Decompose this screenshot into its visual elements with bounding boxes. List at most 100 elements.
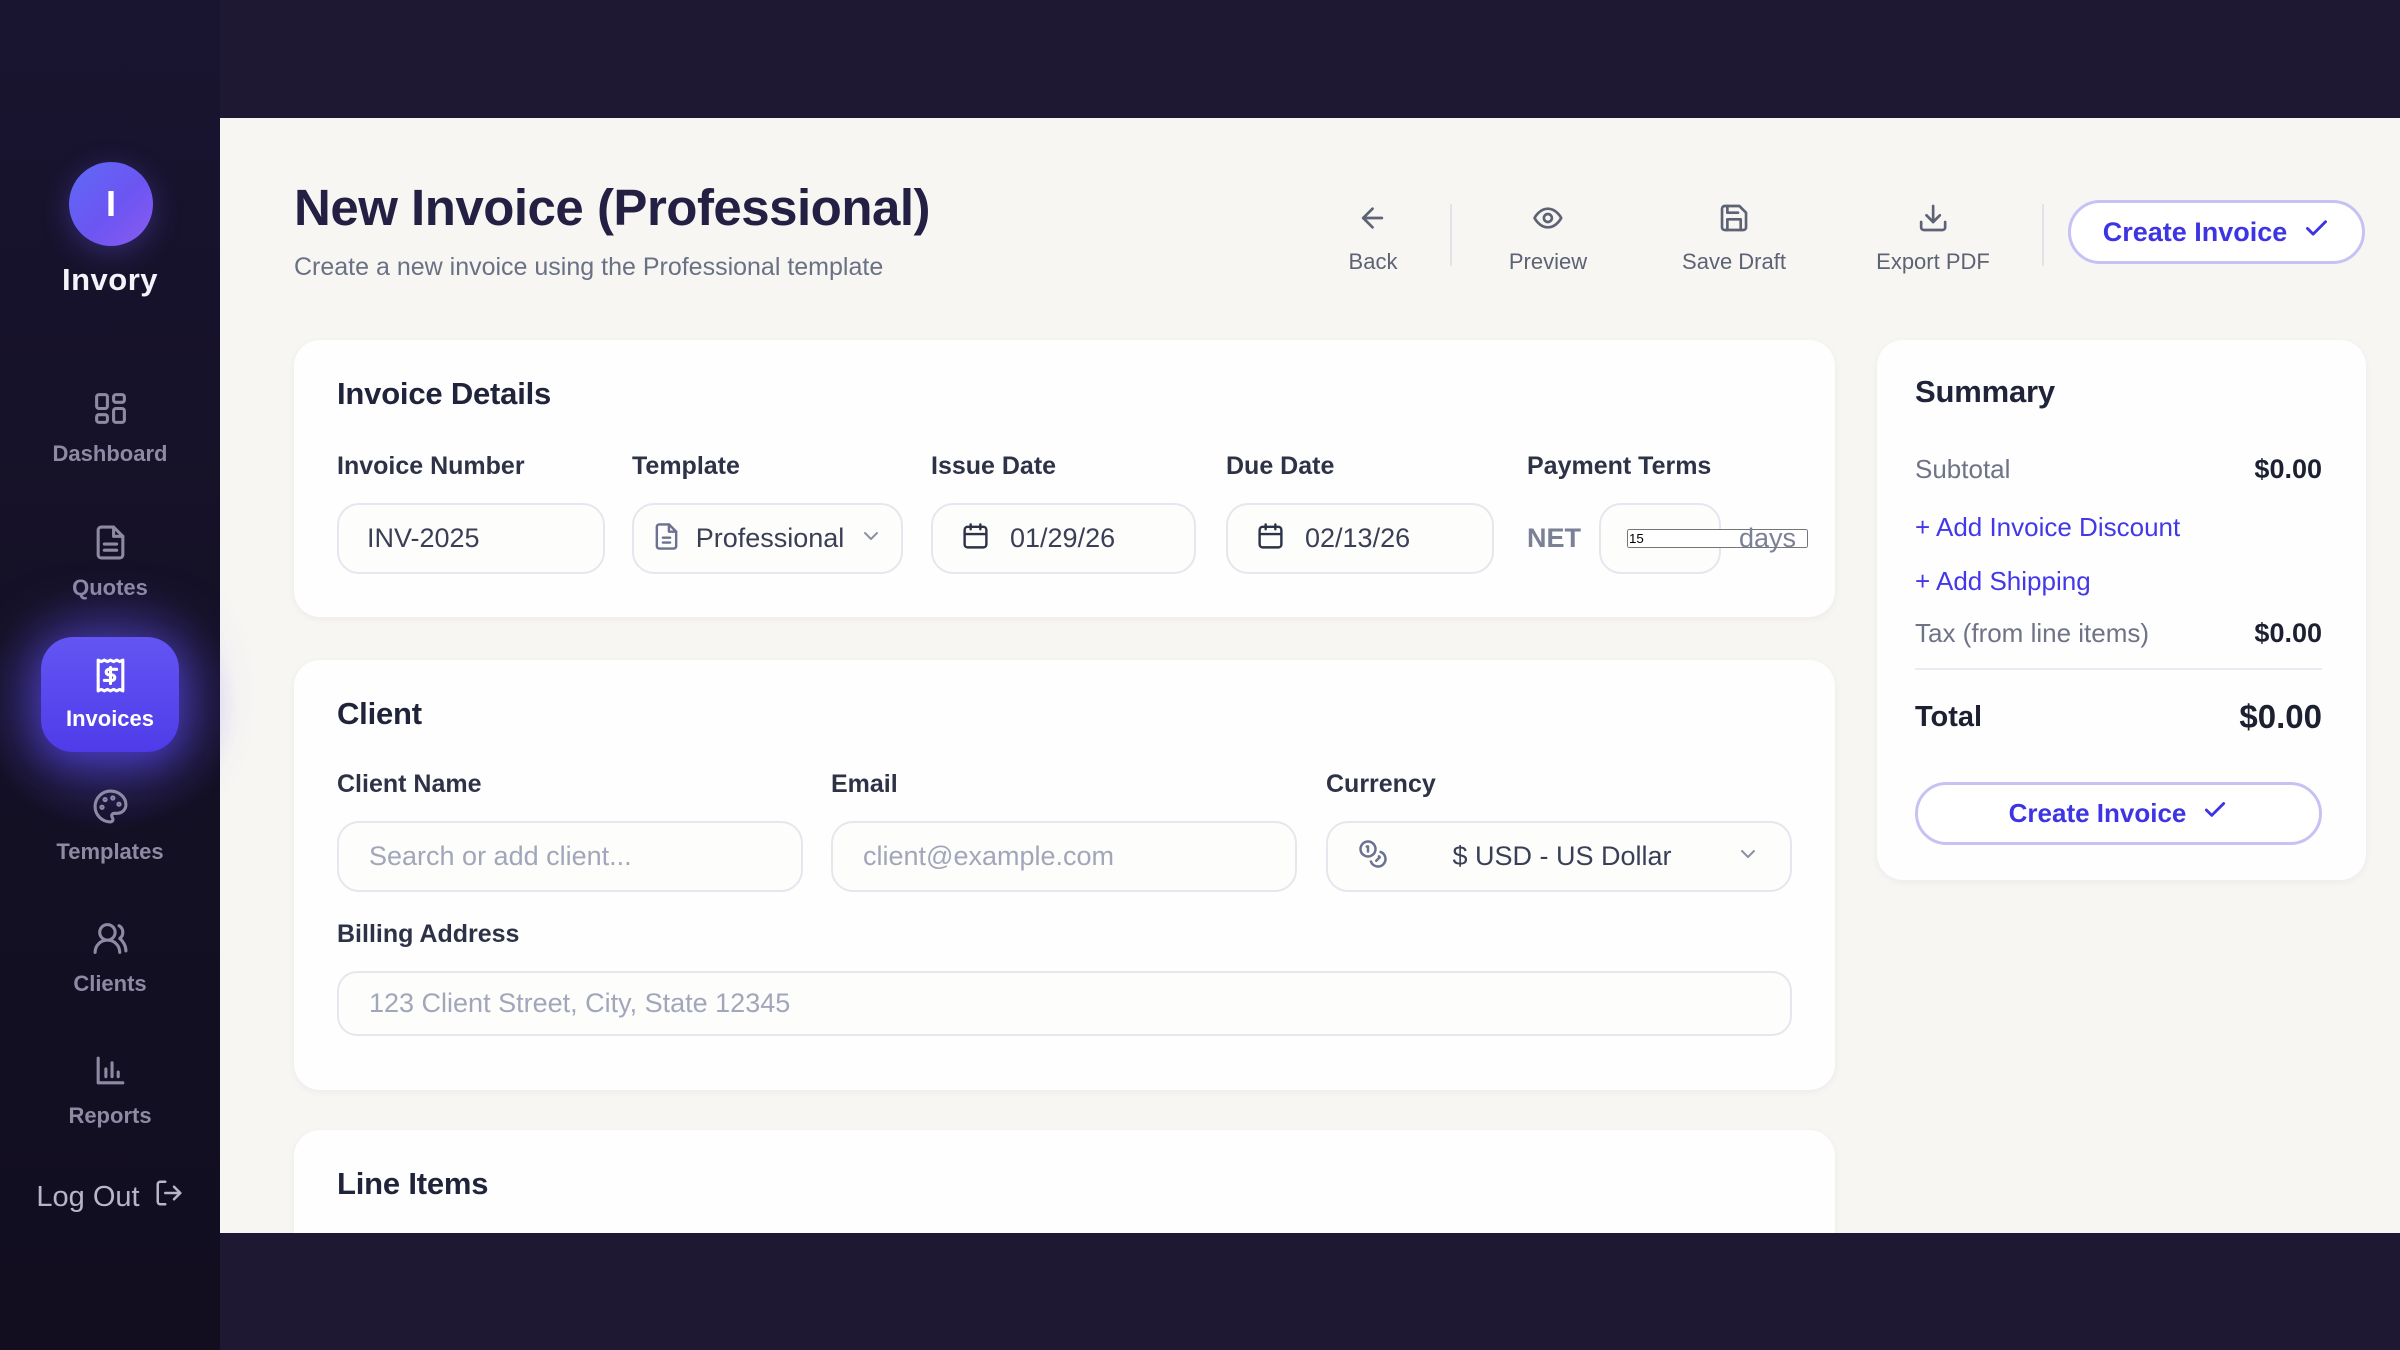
create-invoice-button-summary[interactable]: Create Invoice: [1915, 782, 2322, 845]
arrow-left-icon: [1357, 221, 1389, 238]
add-discount-row: + Add Invoice Discount: [1915, 512, 2322, 543]
due-date-label: Due Date: [1226, 452, 1494, 481]
page-header: New Invoice (Professional) Create a new …: [294, 178, 930, 282]
client-name-group: Client Name: [337, 770, 803, 892]
line-items-heading: Line Items: [337, 1166, 488, 1202]
currency-group: Currency $ USD - US Dollar: [1326, 770, 1792, 892]
currency-select[interactable]: $ USD - US Dollar: [1326, 821, 1792, 892]
summary-heading: Summary: [1915, 374, 2055, 410]
add-invoice-discount-link[interactable]: + Add Invoice Discount: [1915, 512, 2180, 543]
invoice-number-group: Invoice Number: [337, 452, 605, 574]
add-shipping-row: + Add Shipping: [1915, 566, 2322, 597]
download-icon: [1917, 221, 1949, 238]
sidebar-item-label: Invoices: [66, 706, 154, 732]
dashboard-grid-icon: [92, 414, 129, 431]
logout-label: Log Out: [36, 1181, 139, 1214]
due-date-field[interactable]: 02/13/26: [1226, 503, 1494, 574]
client-name-input[interactable]: [369, 841, 771, 872]
invoice-details-card: Invoice Details Invoice Number Template …: [294, 340, 1835, 617]
sidebar-item-dashboard[interactable]: Dashboard: [0, 390, 220, 467]
due-date-group: Due Date 02/13/26: [1226, 452, 1494, 574]
sidebar-item-clients[interactable]: Clients: [0, 920, 220, 997]
export-pdf-button[interactable]: Export PDF: [1876, 202, 1990, 275]
tax-value: $0.00: [2254, 618, 2322, 649]
sidebar-item-label: Quotes: [0, 575, 220, 601]
template-value: Professional: [696, 523, 845, 554]
total-value: $0.00: [2239, 698, 2322, 736]
total-label: Total: [1915, 701, 1982, 734]
sidebar-item-templates[interactable]: Templates: [0, 788, 220, 865]
sidebar-item-label: Templates: [0, 839, 220, 865]
currency-value: $ USD - US Dollar: [1452, 841, 1671, 872]
page-title: New Invoice (Professional): [294, 178, 930, 237]
header-divider: [1450, 204, 1452, 266]
sidebar-item-label: Reports: [0, 1103, 220, 1129]
client-email-group: Email: [831, 770, 1297, 892]
bar-chart-icon: [92, 1076, 129, 1093]
check-icon: [2303, 215, 2330, 249]
users-icon: [92, 944, 129, 961]
chevron-down-icon: [1736, 842, 1760, 871]
due-date-value: 02/13/26: [1305, 523, 1410, 554]
summary-card: Summary Subtotal $0.00 + Add Invoice Dis…: [1877, 340, 2366, 880]
invoice-details-heading: Invoice Details: [337, 376, 551, 412]
create-invoice-button[interactable]: Create Invoice: [2068, 200, 2365, 264]
line-items-card: Line Items: [294, 1130, 1835, 1233]
billing-address-label: Billing Address: [337, 920, 1792, 949]
add-shipping-link[interactable]: + Add Shipping: [1915, 566, 2091, 597]
issue-date-label: Issue Date: [931, 452, 1196, 481]
main-content: New Invoice (Professional) Create a new …: [220, 118, 2400, 1233]
page-subtitle: Create a new invoice using the Professio…: [294, 253, 930, 282]
client-heading: Client: [337, 696, 422, 732]
sidebar-item-reports[interactable]: Reports: [0, 1052, 220, 1129]
create-invoice-label: Create Invoice: [2009, 798, 2187, 829]
save-draft-button[interactable]: Save Draft: [1682, 202, 1786, 275]
file-text-icon: [652, 522, 681, 556]
tax-row: Tax (from line items) $0.00: [1915, 618, 2322, 649]
header-divider: [2042, 204, 2044, 266]
app-logo: I: [69, 162, 153, 246]
back-button[interactable]: Back: [1349, 202, 1398, 275]
billing-address-group: Billing Address: [337, 920, 1792, 1036]
file-text-icon: [92, 548, 129, 565]
sidebar-item-quotes[interactable]: Quotes: [0, 524, 220, 601]
client-email-input[interactable]: [863, 841, 1265, 872]
preview-button[interactable]: Preview: [1509, 202, 1587, 275]
save-icon: [1718, 221, 1750, 238]
client-card: Client Client Name Email Currency $ USD …: [294, 660, 1835, 1090]
currency-label: Currency: [1326, 770, 1792, 799]
tax-label: Tax (from line items): [1915, 618, 2149, 649]
invoice-number-label: Invoice Number: [337, 452, 605, 481]
template-group: Template Professional: [632, 452, 903, 574]
billing-address-input[interactable]: [369, 988, 1760, 1019]
payment-terms-label: Payment Terms: [1527, 452, 1807, 481]
net-prefix: NET: [1527, 523, 1581, 554]
eye-icon: [1532, 221, 1564, 238]
calendar-icon: [1256, 522, 1285, 556]
app-name: Invory: [0, 262, 220, 298]
create-invoice-label: Create Invoice: [2103, 217, 2288, 248]
sidebar-item-invoices[interactable]: Invoices: [41, 637, 179, 752]
template-label: Template: [632, 452, 903, 481]
invoice-number-input[interactable]: [367, 523, 575, 554]
logout-icon: [154, 1178, 184, 1216]
issue-date-group: Issue Date 01/29/26: [931, 452, 1196, 574]
issue-date-field[interactable]: 01/29/26: [931, 503, 1196, 574]
palette-icon: [92, 812, 129, 829]
sidebar-item-label: Dashboard: [0, 441, 220, 467]
payment-terms-group: Payment Terms NET days: [1527, 452, 1807, 574]
export-pdf-label: Export PDF: [1876, 249, 1990, 275]
coins-icon: [1358, 839, 1388, 874]
preview-label: Preview: [1509, 249, 1587, 275]
summary-divider: [1915, 668, 2322, 670]
template-select[interactable]: Professional: [632, 503, 903, 574]
sidebar-item-label: Clients: [0, 971, 220, 997]
issue-date-value: 01/29/26: [1010, 523, 1115, 554]
logout-button[interactable]: Log Out: [0, 1178, 220, 1216]
receipt-icon: [92, 657, 129, 699]
app-logo-letter: I: [106, 183, 116, 225]
check-icon: [2202, 797, 2228, 830]
total-row: Total $0.00: [1915, 698, 2322, 736]
days-suffix: days: [1739, 523, 1796, 554]
client-name-label: Client Name: [337, 770, 803, 799]
